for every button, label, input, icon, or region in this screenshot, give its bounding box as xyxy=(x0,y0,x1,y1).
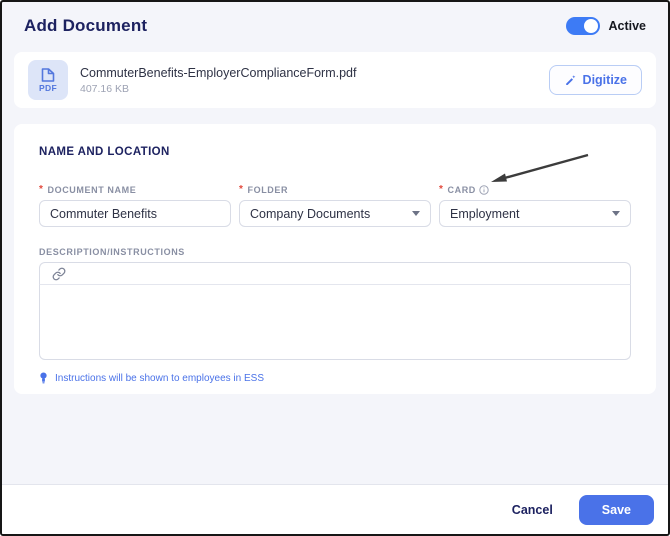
file-size: 407.16 KB xyxy=(80,82,130,95)
file-name: CommuterBenefits-EmployerComplianceForm.… xyxy=(80,65,357,80)
info-icon[interactable] xyxy=(479,184,489,195)
pdf-icon-label: PDF xyxy=(39,82,57,93)
active-toggle-label: Active xyxy=(608,19,646,33)
description-textarea[interactable] xyxy=(39,285,631,360)
description-label: Description/Instructions xyxy=(39,247,185,257)
section-title: NAME AND LOCATION xyxy=(39,146,170,158)
editor-toolbar xyxy=(39,262,631,285)
modal-footer: Cancel Save xyxy=(2,484,668,534)
required-asterisk: * xyxy=(239,184,244,195)
digitize-button[interactable]: Digitize xyxy=(548,65,642,95)
required-asterisk: * xyxy=(39,184,44,195)
page-title: Add Document xyxy=(24,16,148,35)
chevron-down-icon xyxy=(612,211,620,216)
save-button[interactable]: Save xyxy=(578,494,654,525)
card-select-value: Employment xyxy=(450,206,520,221)
fields-row: * Document Name * Folder Company Documen… xyxy=(39,184,631,227)
magic-pen-icon xyxy=(565,74,575,85)
link-icon[interactable] xyxy=(50,265,68,283)
card-label: * Card xyxy=(439,184,631,195)
file-meta: CommuterBenefits-EmployerComplianceForm.… xyxy=(80,66,549,95)
folder-select[interactable]: Company Documents xyxy=(239,200,431,227)
modal-header: Add Document Active xyxy=(2,2,668,50)
pdf-file-icon: PDF xyxy=(28,60,68,100)
ess-hint: Instructions will be shown to employees … xyxy=(39,372,631,384)
chevron-down-icon xyxy=(412,211,420,216)
lightbulb-icon xyxy=(40,372,47,384)
ess-hint-text: Instructions will be shown to employees … xyxy=(55,372,264,384)
name-location-card: NAME AND LOCATION * Document Name * Fold… xyxy=(14,124,656,394)
cancel-button[interactable]: Cancel xyxy=(512,503,553,517)
folder-label: * Folder xyxy=(239,184,289,195)
folder-select-value: Company Documents xyxy=(250,206,371,221)
card-field-group: * Card Employment xyxy=(439,184,631,227)
document-name-input[interactable] xyxy=(39,200,231,227)
toggle-knob-icon xyxy=(584,19,599,33)
digitize-button-label: Digitize xyxy=(582,73,627,87)
card-select[interactable]: Employment xyxy=(439,200,631,227)
document-name-label: * Document Name xyxy=(39,184,137,195)
add-document-modal: Add Document Active PDF CommuterBenefits… xyxy=(0,0,670,536)
active-toggle-group: Active xyxy=(566,17,646,35)
folder-field-group: * Folder Company Documents xyxy=(239,184,431,227)
required-asterisk: * xyxy=(439,184,444,195)
active-toggle[interactable] xyxy=(566,17,601,35)
description-block: Description/Instructions Instructions wi xyxy=(39,247,631,384)
document-name-field-group: * Document Name xyxy=(39,184,231,227)
uploaded-file-card: PDF CommuterBenefits-EmployerComplianceF… xyxy=(14,52,656,108)
